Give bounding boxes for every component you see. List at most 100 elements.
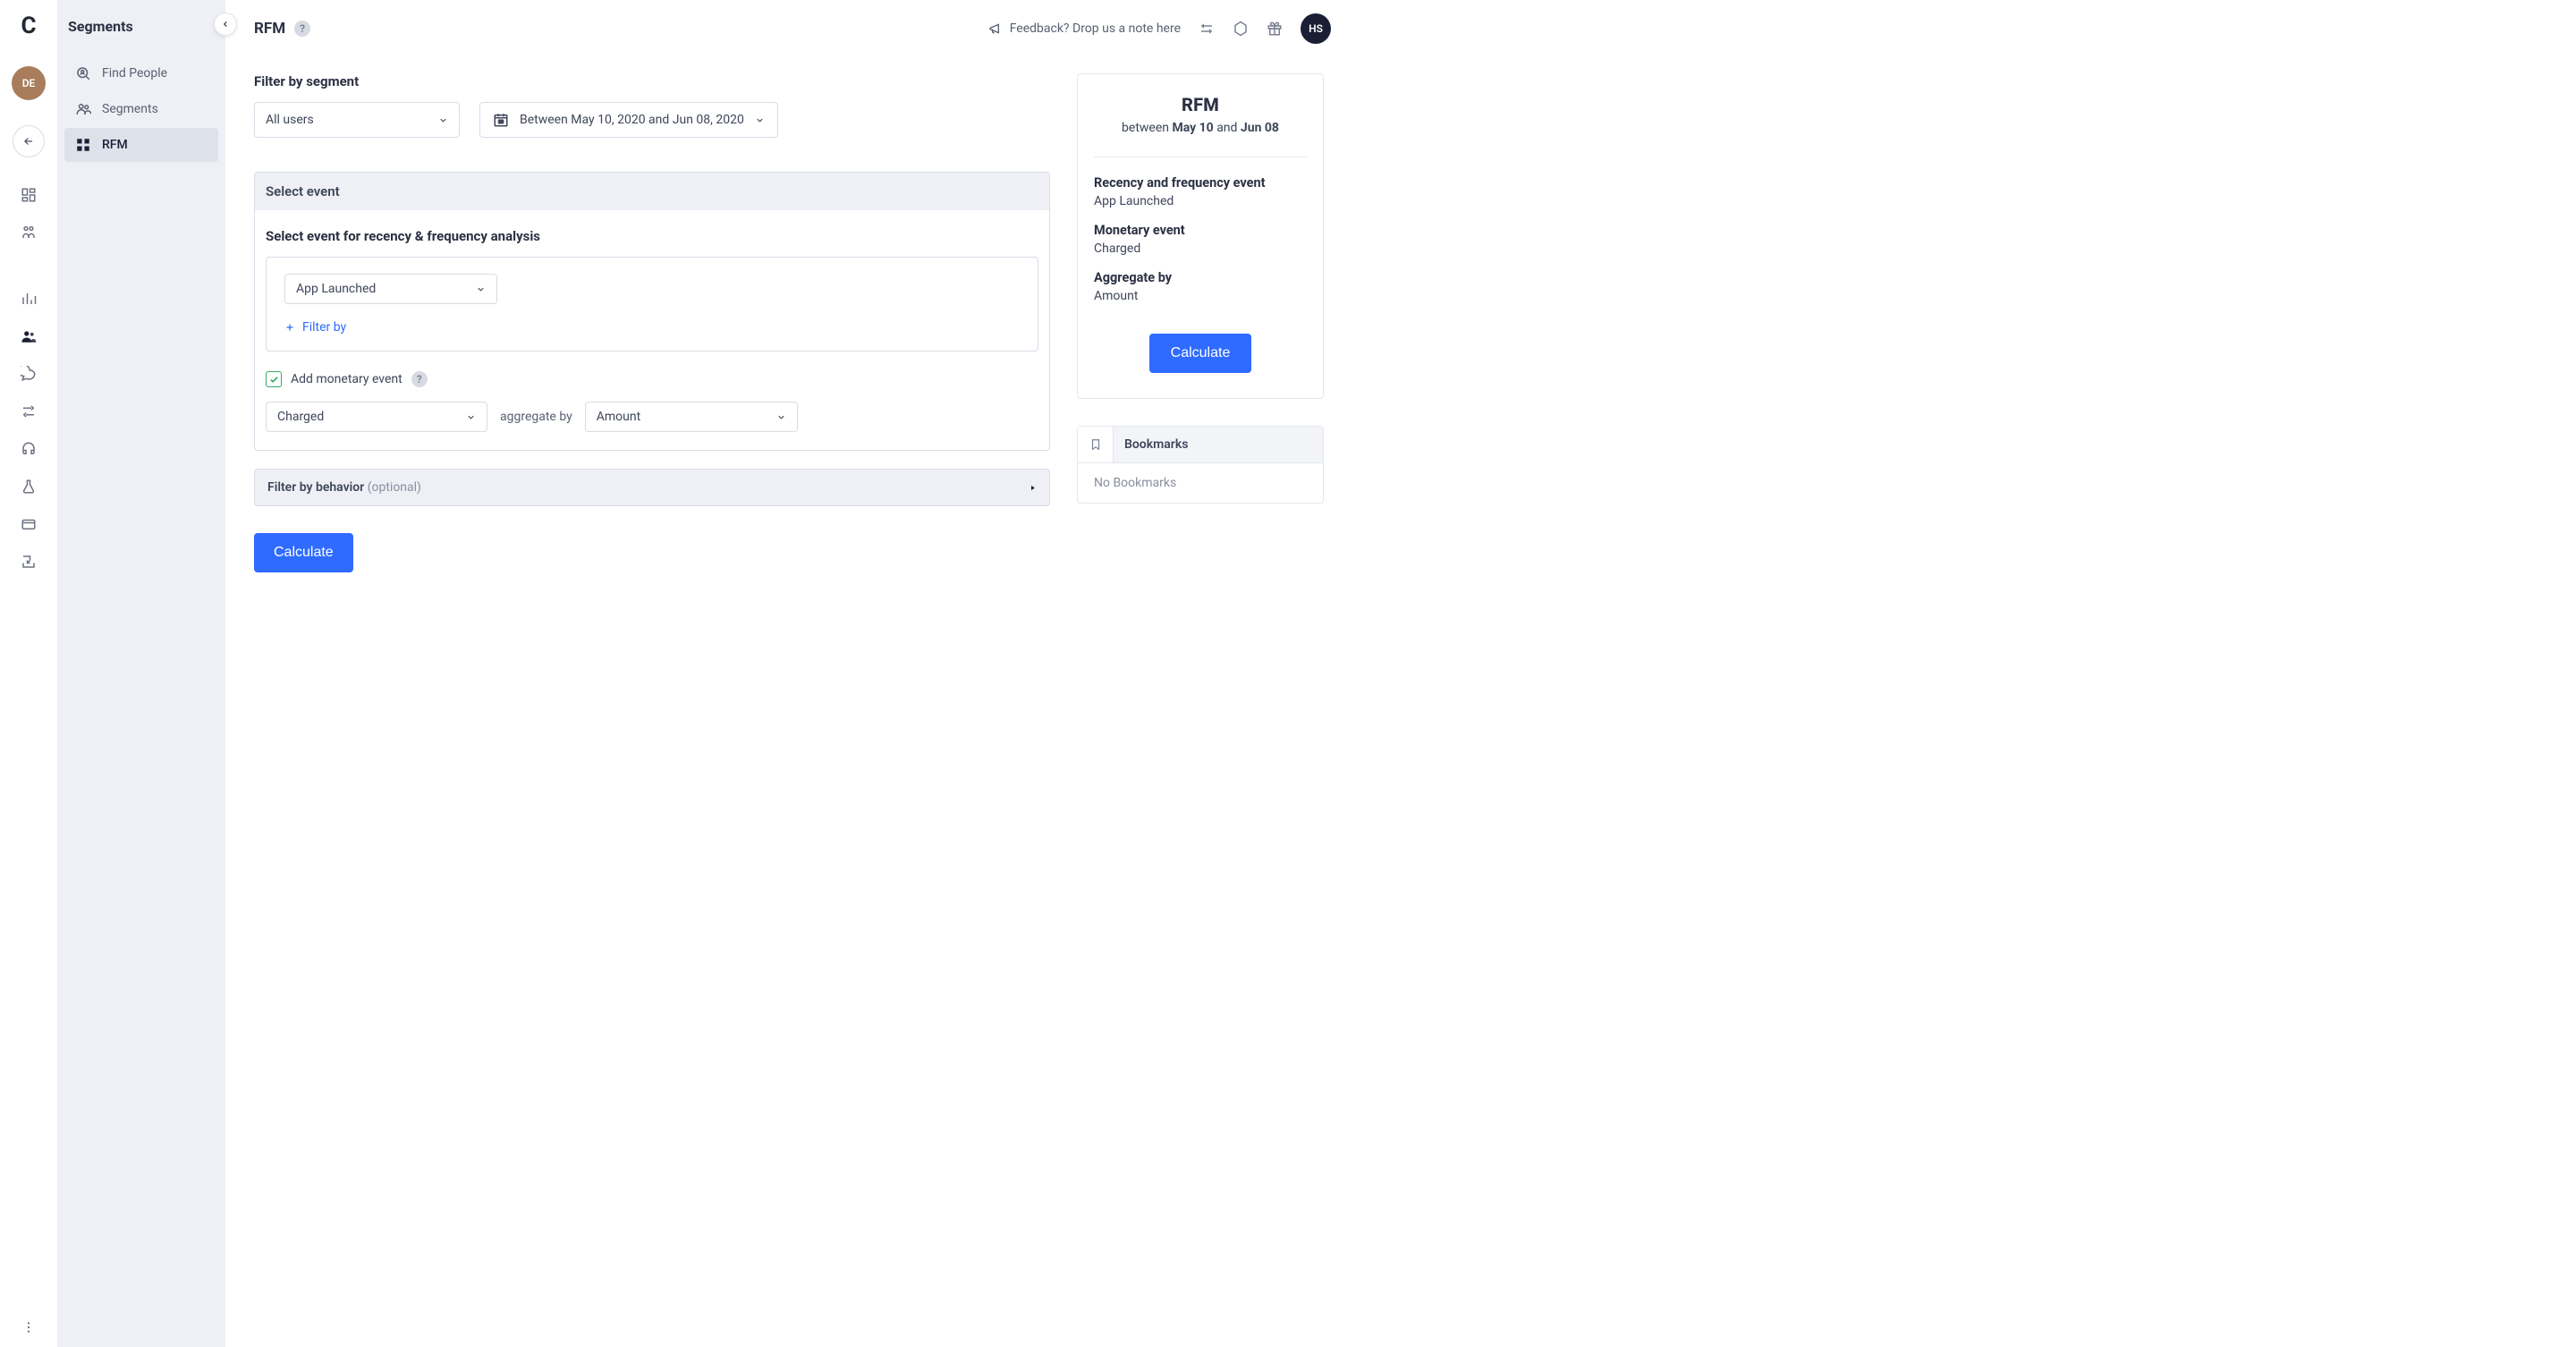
icon-rail: C DE (0, 0, 57, 1347)
bookmarks-empty: No Bookmarks (1078, 463, 1323, 503)
panel-header-label: Select event (266, 183, 340, 199)
rf-label: Select event for recency & frequency ana… (266, 228, 1038, 244)
workspace-avatar[interactable]: DE (12, 66, 46, 100)
import-icon (21, 554, 37, 570)
segment-select[interactable]: All users (254, 102, 460, 138)
date-range-value: Between May 10, 2020 and Jun 08, 2020 (520, 113, 744, 127)
chevron-down-icon (438, 115, 448, 125)
dots-vertical-icon (21, 1320, 36, 1334)
chevron-down-icon (466, 412, 476, 422)
nav-support-icon[interactable] (11, 435, 47, 463)
plus-icon (284, 322, 295, 333)
monetary-checkbox[interactable] (266, 371, 282, 387)
hexagon-icon (1233, 21, 1249, 37)
sidebar: Segments Find People Segments RFM (57, 0, 225, 1347)
feedback-link[interactable]: Feedback? Drop us a note here (988, 21, 1181, 36)
top-action-2[interactable] (1233, 21, 1249, 37)
segment-select-value: All users (266, 113, 314, 127)
monetary-checkbox-label: Add monetary event (291, 372, 402, 386)
chat-icon (21, 366, 37, 382)
grid-icon (75, 137, 91, 153)
sidebar-item-label: Find People (102, 66, 167, 80)
top-action-1[interactable] (1199, 21, 1215, 37)
topbar: RFM ? Feedback? Drop us a note here HS (254, 13, 1331, 45)
brand-logo: C (0, 13, 57, 39)
calculate-button[interactable]: Calculate (254, 533, 353, 572)
flask-icon (21, 479, 37, 495)
svg-text:30: 30 (498, 120, 504, 125)
nav-experiments-icon[interactable] (11, 472, 47, 501)
check-icon (269, 375, 279, 385)
monetary-toggle-row: Add monetary event ? (266, 371, 1038, 387)
people-grid-icon (21, 224, 37, 241)
aggregate-by-label: aggregate by (500, 410, 572, 424)
select-event-panel: Select event Select event for recency & … (254, 172, 1050, 451)
behavior-label: Filter by behavior (267, 480, 364, 495)
filter-behavior-panel[interactable]: Filter by behavior (optional) (254, 469, 1050, 506)
summary-aggregate: Aggregate by Amount (1094, 270, 1307, 303)
search-person-icon (75, 65, 91, 81)
nav-more[interactable] (11, 1313, 47, 1342)
gift-icon (1267, 21, 1283, 37)
headset-icon (21, 441, 37, 457)
top-action-gift[interactable] (1267, 21, 1283, 37)
calendar-icon: 30 (493, 112, 509, 128)
nav-journeys-icon[interactable] (11, 397, 47, 426)
summary-title: RFM (1094, 94, 1307, 115)
feedback-label: Feedback? Drop us a note here (1010, 21, 1181, 36)
bookmarks-card: Bookmarks No Bookmarks (1077, 426, 1324, 504)
summary-card: RFM between May 10 and Jun 08 Recency an… (1077, 73, 1324, 399)
sidebar-title: Segments (57, 13, 225, 55)
bookmark-icon-cell[interactable] (1078, 427, 1114, 462)
nav-segments-icon[interactable] (11, 322, 47, 351)
chevron-down-icon (476, 284, 486, 294)
summary-rf-event: Recency and frequency event App Launched (1094, 175, 1307, 208)
back-button[interactable] (13, 125, 45, 157)
align-icon (1199, 21, 1215, 37)
card-icon (21, 516, 37, 532)
monetary-event-select[interactable]: Charged (266, 402, 487, 432)
filter-by-link[interactable]: Filter by (284, 320, 1020, 335)
flow-icon (21, 403, 37, 419)
megaphone-icon (988, 21, 1003, 36)
rf-event-box: App Launched Filter by (266, 257, 1038, 352)
nav-integrations-icon[interactable] (11, 547, 47, 576)
bar-chart-icon (21, 291, 37, 307)
chevron-down-icon (755, 115, 765, 125)
date-range-select[interactable]: 30 Between May 10, 2020 and Jun 08, 2020 (479, 102, 778, 138)
summary-subtitle: between May 10 and Jun 08 (1094, 121, 1307, 135)
collapse-sidebar-button[interactable] (214, 13, 237, 36)
nav-boards-icon[interactable] (11, 181, 47, 209)
bookmark-icon (1089, 438, 1102, 451)
sidebar-item-label: RFM (102, 138, 128, 152)
nav-billing-icon[interactable] (11, 510, 47, 538)
users-icon (21, 328, 37, 344)
monetary-event-value: Charged (277, 410, 324, 424)
arrow-left-icon (22, 135, 35, 148)
nav-analytics-icon[interactable] (11, 284, 47, 313)
chevron-left-icon (221, 20, 230, 29)
bookmarks-title: Bookmarks (1114, 437, 1199, 452)
main-content: RFM ? Feedback? Drop us a note here HS (225, 0, 1352, 1347)
behavior-optional: (optional) (368, 480, 421, 495)
filter-section-label: Filter by segment (254, 73, 1050, 89)
filter-by-label: Filter by (302, 320, 346, 335)
help-icon[interactable]: ? (411, 371, 428, 387)
help-icon[interactable]: ? (294, 21, 310, 37)
user-avatar[interactable]: HS (1301, 13, 1331, 44)
select-event-header: Select event (255, 173, 1049, 210)
sidebar-item-label: Segments (102, 102, 158, 116)
sidebar-item-segments[interactable]: Segments (64, 92, 218, 126)
chevron-down-icon (776, 412, 786, 422)
sidebar-item-rfm[interactable]: RFM (64, 128, 218, 162)
aggregate-by-select[interactable]: Amount (585, 402, 798, 432)
group-icon (75, 101, 91, 117)
page-title: RFM (254, 20, 285, 38)
summary-monetary-event: Monetary event Charged (1094, 223, 1307, 256)
rf-event-select[interactable]: App Launched (284, 274, 497, 304)
summary-calculate-button[interactable]: Calculate (1149, 334, 1252, 373)
nav-people-icon[interactable] (11, 218, 47, 247)
aggregate-by-value: Amount (597, 410, 640, 424)
nav-messages-icon[interactable] (11, 360, 47, 388)
sidebar-item-find-people[interactable]: Find People (64, 56, 218, 90)
